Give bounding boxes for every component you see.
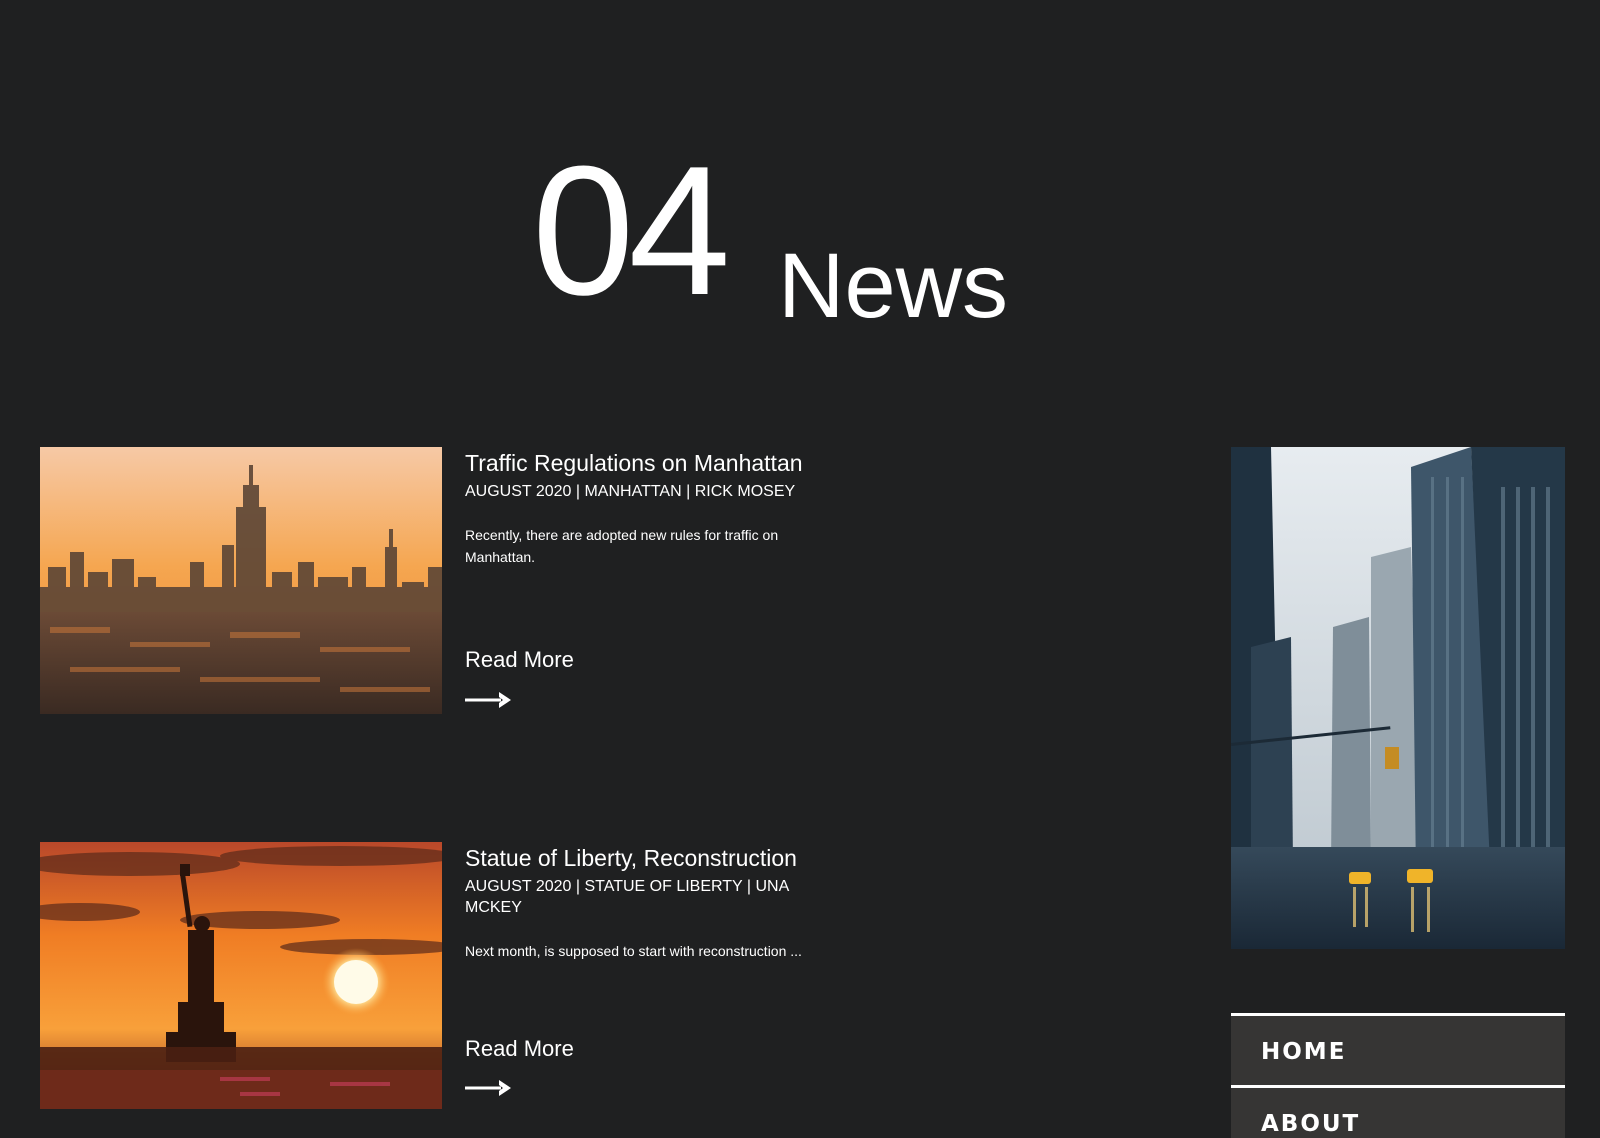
article-title[interactable]: Traffic Regulations on Manhattan [465,447,825,479]
nav-item-home[interactable]: HOME [1231,1013,1565,1085]
read-more-link[interactable]: Read More [465,645,574,675]
article-meta: AUGUST 2020 | MANHATTAN | RICK MOSEY [465,483,796,500]
article-body: Traffic Regulations on Manhattan AUGUST … [465,447,825,708]
city-street-image [1231,447,1565,949]
nav-item-about[interactable]: ABOUT [1231,1085,1565,1138]
article-excerpt: Next month, is supposed to start with re… [465,943,802,959]
manhattan-skyline-image[interactable] [40,447,442,714]
news-page: 04 News Traffic Regulations on Manhattan… [0,0,1600,1138]
arrow-right-icon[interactable] [465,1079,511,1097]
article-body: Statue of Liberty, Reconstruction AUGUST… [465,842,825,1096]
article-title[interactable]: Statue of Liberty, Reconstruction [465,842,825,874]
article-excerpt: Recently, there are adopted new rules fo… [465,527,779,565]
section-title: News [778,235,1009,337]
section-number: 04 [532,127,731,333]
arrow-right-icon[interactable] [465,691,511,709]
side-nav: HOME ABOUT [1231,1013,1565,1138]
article-meta: AUGUST 2020 | STATUE OF LIBERTY | UNA MC… [465,878,789,916]
read-more-link[interactable]: Read More [465,1034,574,1064]
statue-of-liberty-image[interactable] [40,842,442,1109]
